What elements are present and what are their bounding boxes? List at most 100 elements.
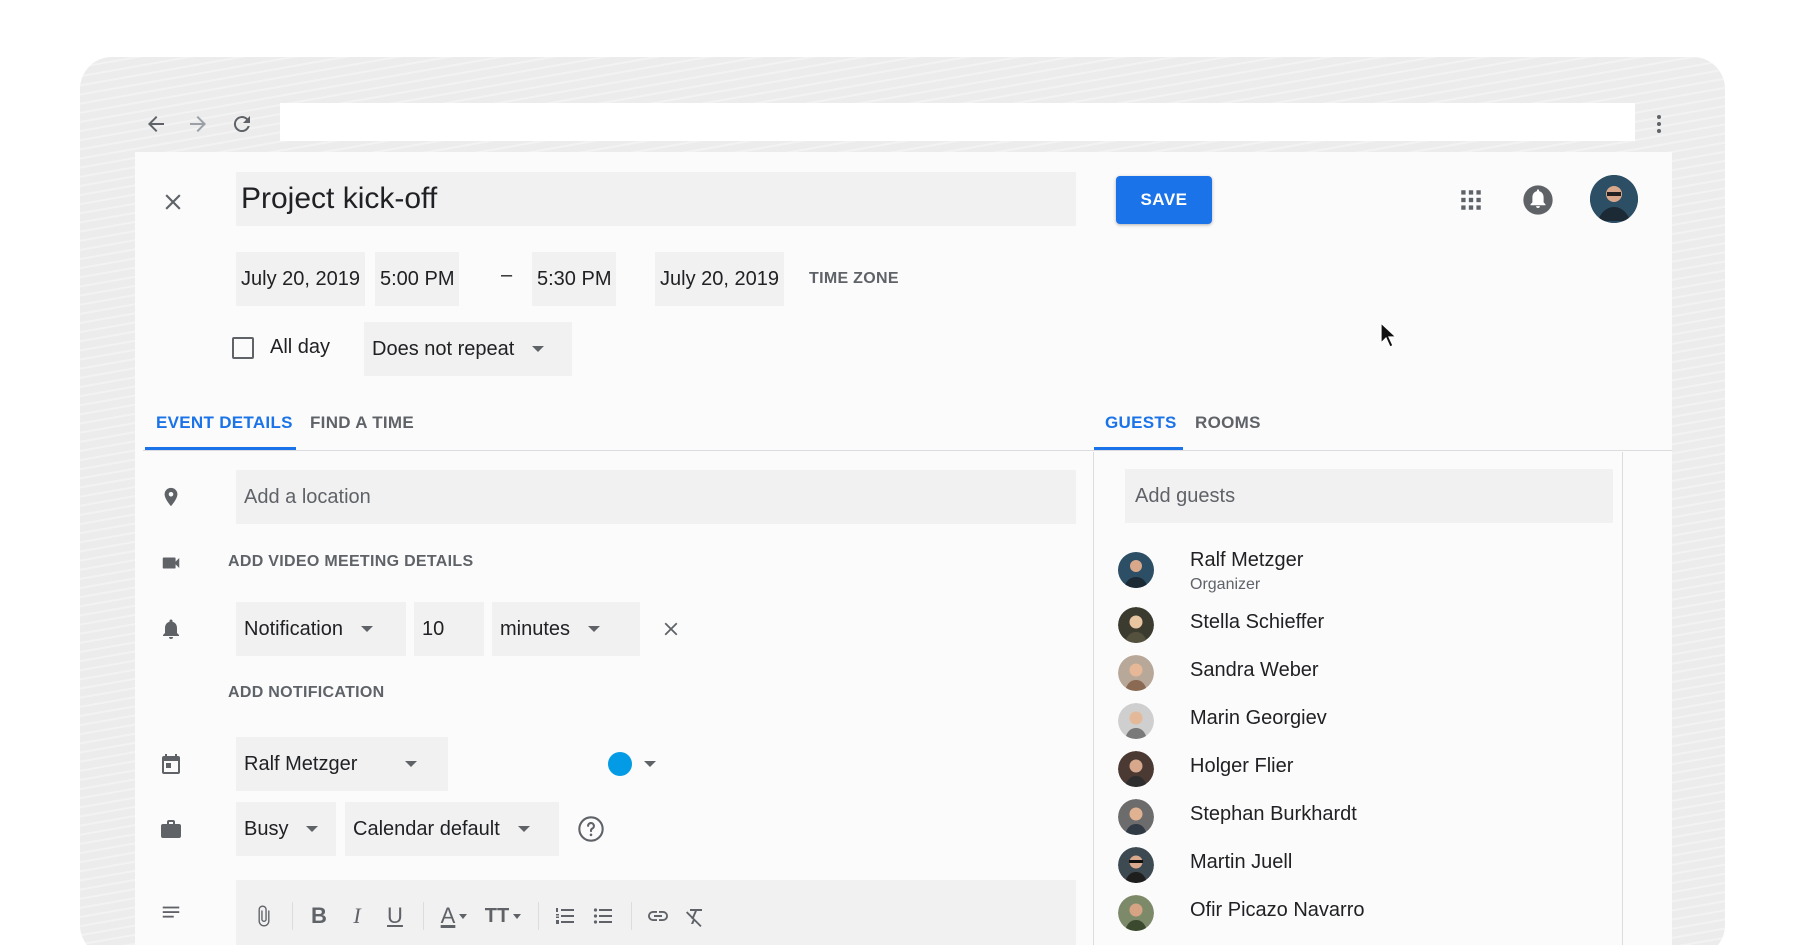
description-lines-icon xyxy=(155,897,187,929)
toolbar-separator xyxy=(292,902,293,930)
event-title-input[interactable]: Project kick-off xyxy=(236,172,1076,226)
chevron-down-icon xyxy=(306,826,319,832)
time-zone-button[interactable]: TIME ZONE xyxy=(809,252,899,306)
browser-toolbar xyxy=(135,100,1675,148)
avatar xyxy=(1118,552,1154,588)
video-camera-icon xyxy=(155,547,187,579)
active-tab-indicator-guests xyxy=(1094,447,1183,450)
reload-icon[interactable] xyxy=(226,108,258,140)
location-input[interactable]: Add a location xyxy=(236,470,1076,524)
toolbar-separator xyxy=(631,902,632,930)
clear-formatting-icon[interactable] xyxy=(678,898,714,934)
repeat-value: Does not repeat xyxy=(372,337,515,360)
link-icon[interactable] xyxy=(640,898,676,934)
visibility-dropdown[interactable]: Calendar default xyxy=(345,802,559,856)
start-time-field[interactable]: 5:00 PM xyxy=(375,252,460,306)
address-bar[interactable] xyxy=(280,103,1635,141)
chevron-down-icon xyxy=(360,626,373,632)
description-toolbar: B I U A TT xyxy=(236,880,1076,945)
tab-guests[interactable]: GUESTS xyxy=(1105,413,1177,433)
guest-name[interactable]: Ofir Picazo Navarro xyxy=(1190,899,1365,922)
start-date-field[interactable]: July 20, 2019 xyxy=(236,252,365,306)
toolbar-separator xyxy=(423,902,424,930)
notification-unit-value: minutes xyxy=(500,617,571,640)
notification-unit-dropdown[interactable]: minutes xyxy=(492,602,640,656)
toolbar-separator xyxy=(538,902,539,930)
add-guests-input[interactable]: Add guests xyxy=(1125,469,1613,523)
avatar xyxy=(1118,895,1154,931)
notification-type-dropdown[interactable]: Notification xyxy=(236,602,406,656)
remove-x-icon[interactable] xyxy=(660,618,684,642)
visibility-value: Calendar default xyxy=(353,817,500,840)
more-vert-icon[interactable] xyxy=(1643,108,1675,140)
color-chevron-down-icon[interactable] xyxy=(644,761,656,767)
calendar-owner-value: Ralf Metzger xyxy=(244,752,358,775)
help-icon[interactable] xyxy=(577,815,605,843)
guest-name[interactable]: Holger Flier xyxy=(1190,755,1293,778)
guest-role: Organizer xyxy=(1190,576,1261,593)
bell-icon xyxy=(155,613,187,645)
avatar xyxy=(1118,703,1154,739)
tab-event-details[interactable]: EVENT DETAILS xyxy=(156,413,293,433)
calendar-icon xyxy=(155,748,187,780)
all-day-checkbox[interactable] xyxy=(232,337,254,359)
tab-rooms[interactable]: ROOMS xyxy=(1195,413,1261,433)
add-video-meeting-link[interactable]: ADD VIDEO MEETING DETAILS xyxy=(228,553,473,571)
avatar xyxy=(1118,799,1154,835)
avatar xyxy=(1118,847,1154,883)
attachment-icon[interactable] xyxy=(246,898,282,934)
chevron-down-icon xyxy=(588,626,601,632)
chevron-down-icon xyxy=(517,826,530,832)
bold-icon[interactable]: B xyxy=(301,898,337,934)
close-icon[interactable] xyxy=(153,182,193,222)
account-avatar[interactable] xyxy=(1590,175,1638,223)
apps-grid-icon[interactable] xyxy=(1455,184,1487,216)
chevron-down-icon xyxy=(532,346,545,352)
tab-find-a-time[interactable]: FIND A TIME xyxy=(310,413,414,433)
back-arrow-icon[interactable] xyxy=(140,108,172,140)
avatar xyxy=(1118,607,1154,643)
numbered-list-icon[interactable] xyxy=(547,898,583,934)
notification-type-value: Notification xyxy=(244,617,343,640)
text-size-glyph: TT xyxy=(484,904,510,927)
tabs-divider xyxy=(143,450,1672,451)
forward-arrow-icon[interactable] xyxy=(182,108,214,140)
event-editor-page: Project kick-off SAVE July 20, 2019 5:00… xyxy=(135,152,1672,945)
all-day-label: All day xyxy=(270,336,331,358)
text-color-glyph: A xyxy=(440,903,456,928)
guest-name[interactable]: Martin Juell xyxy=(1190,851,1292,874)
chevron-down-icon xyxy=(513,913,522,919)
panel-divider xyxy=(1093,452,1094,945)
chevron-down-icon xyxy=(405,761,418,767)
screen: Project kick-off SAVE July 20, 2019 5:00… xyxy=(0,0,1800,945)
text-size-icon[interactable]: TT xyxy=(478,898,528,934)
avatar xyxy=(1118,655,1154,691)
mouse-cursor-icon xyxy=(1380,321,1398,353)
save-button[interactable]: SAVE xyxy=(1116,176,1212,224)
availability-dropdown[interactable]: Busy xyxy=(236,802,336,856)
notifications-bell-icon[interactable] xyxy=(1522,184,1554,216)
guest-name[interactable]: Ralf Metzger xyxy=(1190,549,1303,572)
bulleted-list-icon[interactable] xyxy=(585,898,621,934)
avatar xyxy=(1118,751,1154,787)
guest-name[interactable]: Marin Georgiev xyxy=(1190,707,1327,730)
location-pin-icon xyxy=(155,481,187,513)
repeat-dropdown[interactable]: Does not repeat xyxy=(364,322,572,376)
italic-icon[interactable]: I xyxy=(339,898,375,934)
availability-value: Busy xyxy=(244,817,289,840)
briefcase-icon xyxy=(155,813,187,845)
time-range-separator: – xyxy=(501,264,513,286)
calendar-owner-dropdown[interactable]: Ralf Metzger xyxy=(236,737,448,791)
guest-name[interactable]: Stella Schieffer xyxy=(1190,611,1324,634)
end-date-field[interactable]: July 20, 2019 xyxy=(655,252,784,306)
underline-icon[interactable]: U xyxy=(377,898,413,934)
text-color-icon[interactable]: A xyxy=(432,898,476,934)
guest-name[interactable]: Sandra Weber xyxy=(1190,659,1319,682)
chevron-down-icon xyxy=(459,913,468,919)
end-time-field[interactable]: 5:30 PM xyxy=(532,252,617,306)
calendar-color-dot[interactable] xyxy=(608,752,632,776)
add-notification-link[interactable]: ADD NOTIFICATION xyxy=(228,684,385,702)
guest-name[interactable]: Stephan Burkhardt xyxy=(1190,803,1357,826)
guests-panel-border xyxy=(1622,452,1623,945)
notification-amount-input[interactable]: 10 xyxy=(414,602,484,656)
